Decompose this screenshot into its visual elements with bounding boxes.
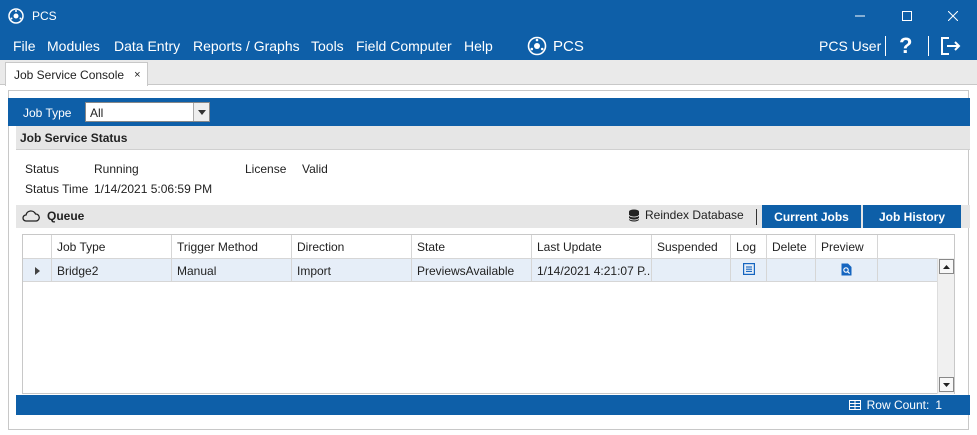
- reindex-label: Reindex Database: [645, 208, 744, 222]
- cell-job-type: Bridge2: [52, 259, 172, 281]
- scroll-up-button[interactable]: [939, 259, 954, 274]
- tab-label: Job Service Console: [14, 67, 125, 82]
- tab-job-service-console[interactable]: Job Service Console ×: [5, 62, 148, 86]
- queue-bar: Queue Reindex Database Current Jobs Job …: [16, 205, 970, 228]
- row-indicator: [23, 259, 52, 281]
- job-type-bar: Job Type All: [8, 98, 970, 126]
- table-icon: [848, 400, 861, 410]
- grid-footer: Row Count: 1: [16, 395, 970, 415]
- menu-field-computer[interactable]: Field Computer: [356, 38, 452, 54]
- job-type-label: Job Type: [23, 106, 72, 120]
- tab-close-icon[interactable]: ×: [134, 69, 140, 81]
- scroll-down-button[interactable]: [939, 377, 954, 392]
- column-header-suspended[interactable]: Suspended: [652, 235, 731, 258]
- log-icon[interactable]: [743, 263, 756, 276]
- chevron-down-icon: [943, 382, 950, 387]
- cell-preview: [816, 259, 878, 281]
- grid-header: Job Type Trigger Method Direction State …: [23, 235, 954, 258]
- row-count-label: Row Count:: [866, 398, 930, 412]
- divider: [756, 209, 757, 225]
- job-type-select[interactable]: All: [85, 102, 210, 122]
- cloud-icon: [22, 210, 40, 222]
- column-header-state[interactable]: State: [412, 235, 532, 258]
- vertical-scrollbar[interactable]: [937, 258, 954, 394]
- help-button[interactable]: ?: [899, 33, 912, 59]
- column-header-direction[interactable]: Direction: [292, 235, 412, 258]
- cell-suspended: [652, 259, 731, 281]
- close-icon: [948, 11, 958, 21]
- window-title: PCS: [32, 9, 57, 23]
- cell-direction: Import: [292, 259, 412, 281]
- menu-tools[interactable]: Tools: [311, 38, 344, 54]
- brand: PCS: [527, 36, 584, 56]
- column-header-log[interactable]: Log: [731, 235, 767, 258]
- menu-file[interactable]: File: [13, 38, 36, 54]
- divider: [885, 36, 886, 56]
- row-count-value: 1: [935, 398, 942, 412]
- license-label: License: [245, 162, 287, 176]
- cell-log: [731, 259, 767, 281]
- preview-icon[interactable]: [841, 263, 852, 276]
- column-header-delete[interactable]: Delete: [767, 235, 816, 258]
- logout-icon[interactable]: [940, 36, 962, 56]
- cell-last-update: 1/14/2021 4:21:07 P...: [532, 259, 652, 281]
- status-title: Job Service Status: [20, 131, 128, 145]
- reindex-database-button[interactable]: Reindex Database: [628, 208, 744, 222]
- column-header-job-type[interactable]: Job Type: [52, 235, 172, 258]
- menu-bar: File Modules Data Entry Reports / Graphs…: [0, 32, 977, 60]
- row-pointer-icon: [35, 267, 40, 275]
- jobs-grid: Job Type Trigger Method Direction State …: [22, 234, 955, 394]
- close-button[interactable]: [930, 0, 976, 32]
- maximize-icon: [902, 11, 912, 21]
- menu-data-entry[interactable]: Data Entry: [114, 38, 180, 54]
- chevron-down-icon[interactable]: [193, 103, 209, 121]
- cell-trigger-method: Manual: [172, 259, 292, 281]
- brand-label: PCS: [553, 37, 584, 55]
- menu-modules[interactable]: Modules: [47, 38, 100, 54]
- menu-help[interactable]: Help: [464, 38, 493, 54]
- database-icon: [628, 209, 640, 221]
- status-label: Status: [25, 162, 60, 176]
- divider: [928, 36, 929, 56]
- status-time-label: Status Time: [25, 182, 89, 196]
- table-row[interactable]: Bridge2 Manual Import PreviewsAvailable …: [23, 258, 938, 282]
- minimize-button[interactable]: [837, 0, 883, 32]
- queue-title: Queue: [47, 209, 85, 223]
- job-type-value: All: [90, 106, 104, 120]
- menu-reports-graphs[interactable]: Reports / Graphs: [193, 38, 300, 54]
- license-value: Valid: [302, 162, 328, 176]
- cell-state: PreviewsAvailable: [412, 259, 532, 281]
- minimize-icon: [855, 15, 865, 17]
- column-header-last-update[interactable]: Last Update: [532, 235, 652, 258]
- cell-delete: [767, 259, 816, 281]
- column-header-preview[interactable]: Preview: [816, 235, 878, 258]
- column-header-trigger-method[interactable]: Trigger Method: [172, 235, 292, 258]
- row-indicator-header: [23, 235, 52, 258]
- pcs-logo-icon: [527, 36, 547, 56]
- row-count: Row Count: 1: [848, 398, 942, 412]
- user-name[interactable]: PCS User: [819, 38, 881, 54]
- maximize-button[interactable]: [884, 0, 930, 32]
- job-history-button[interactable]: Job History: [863, 205, 961, 228]
- status-value: Running: [94, 162, 139, 176]
- title-bar: PCS: [0, 0, 977, 32]
- chevron-up-icon: [943, 264, 950, 269]
- current-jobs-button[interactable]: Current Jobs: [762, 205, 861, 228]
- status-time-value: 1/14/2021 5:06:59 PM: [94, 182, 213, 196]
- pcs-logo-icon: [8, 8, 24, 24]
- tab-strip: Job Service Console ×: [0, 60, 977, 86]
- status-section-header: Job Service Status: [16, 126, 970, 150]
